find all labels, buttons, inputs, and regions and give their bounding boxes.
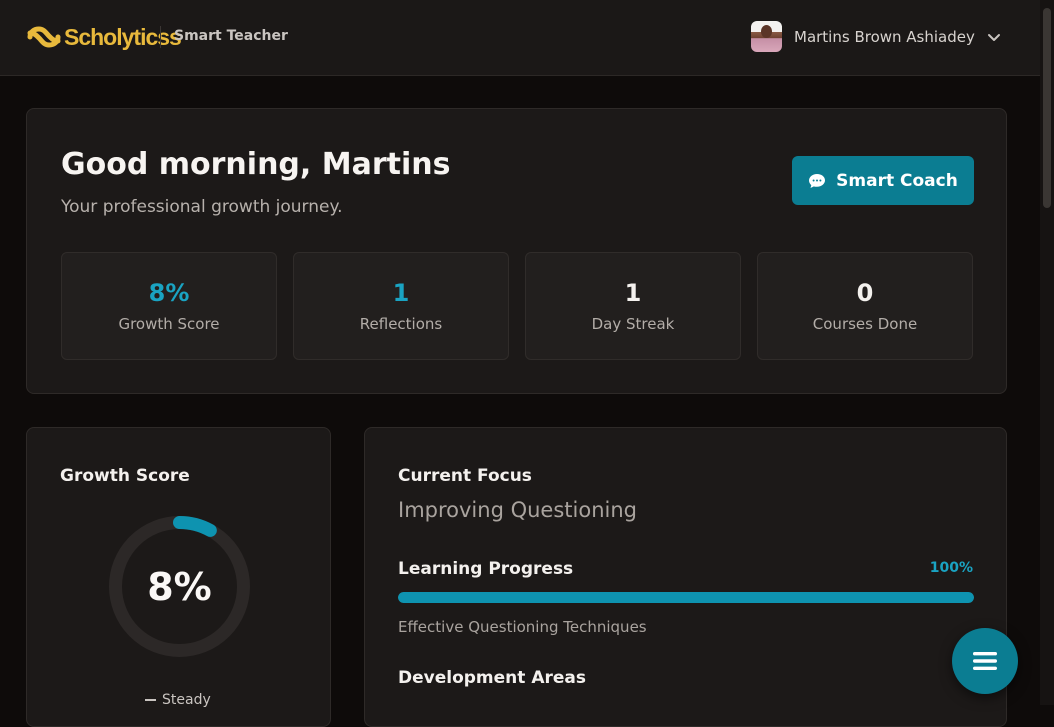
chevron-down-icon[interactable] xyxy=(987,30,1001,44)
stat-label: Reflections xyxy=(359,315,443,333)
stat-reflections: 1 Reflections xyxy=(293,252,509,360)
brand-name: Scholyticss xyxy=(64,23,182,50)
chat-bubble-icon xyxy=(809,173,826,188)
learning-progress-fill xyxy=(398,592,974,603)
stat-growth-score: 8% Growth Score xyxy=(61,252,277,360)
stat-value: 8% xyxy=(148,279,190,307)
learning-progress-title: Learning Progress xyxy=(398,559,574,579)
stat-value: 1 xyxy=(624,279,642,307)
growth-score-value: 8% xyxy=(147,564,212,609)
stat-courses-done: 0 Courses Done xyxy=(757,252,973,360)
header-divider xyxy=(160,26,161,48)
page-scrollbar[interactable] xyxy=(1040,0,1054,705)
user-menu[interactable]: Martins Brown Ashiadey xyxy=(751,21,1001,52)
growth-score-card: Growth Score 8% Steady xyxy=(26,427,331,727)
trend-flat-icon xyxy=(145,699,156,701)
stat-label: Growth Score xyxy=(118,315,220,333)
stat-label: Courses Done xyxy=(812,315,918,333)
stat-label: Day Streak xyxy=(591,315,675,333)
current-focus-value: Improving Questioning xyxy=(398,498,637,522)
current-focus-card: Current Focus Improving Questioning Lear… xyxy=(364,427,1007,727)
greeting-heading: Good morning, Martins xyxy=(61,147,451,182)
avatar[interactable] xyxy=(751,21,782,52)
progress-course-name: Effective Questioning Techniques xyxy=(398,618,647,636)
brand-logo[interactable]: Scholyticss xyxy=(26,23,182,50)
smart-coach-label: Smart Coach xyxy=(836,170,958,191)
current-focus-title: Current Focus xyxy=(398,466,532,486)
greeting-subtitle: Your professional growth journey. xyxy=(61,197,343,217)
growth-score-title: Growth Score xyxy=(60,466,190,486)
hamburger-menu-icon xyxy=(973,652,997,670)
stat-value: 1 xyxy=(392,279,410,307)
greeting-card: Good morning, Martins Your professional … xyxy=(26,108,1007,394)
trend-label: Steady xyxy=(162,692,211,708)
product-name: Smart Teacher xyxy=(174,28,288,44)
scrollbar-thumb[interactable] xyxy=(1043,8,1051,208)
stat-day-streak: 1 Day Streak xyxy=(525,252,741,360)
top-bar: Scholyticss Smart Teacher Martins Brown … xyxy=(0,0,1040,76)
development-areas-title: Development Areas xyxy=(398,668,586,688)
user-name: Martins Brown Ashiadey xyxy=(794,27,975,46)
learning-progress-bar xyxy=(398,592,974,603)
stat-value: 0 xyxy=(856,279,874,307)
smart-coach-button[interactable]: Smart Coach xyxy=(792,156,974,205)
stats-row: 8% Growth Score 1 Reflections 1 Day Stre… xyxy=(61,252,973,360)
trend-indicator: Steady xyxy=(145,692,211,708)
menu-fab-button[interactable] xyxy=(952,628,1018,694)
logo-mark-icon xyxy=(27,26,61,48)
learning-progress-percent: 100% xyxy=(929,560,973,576)
